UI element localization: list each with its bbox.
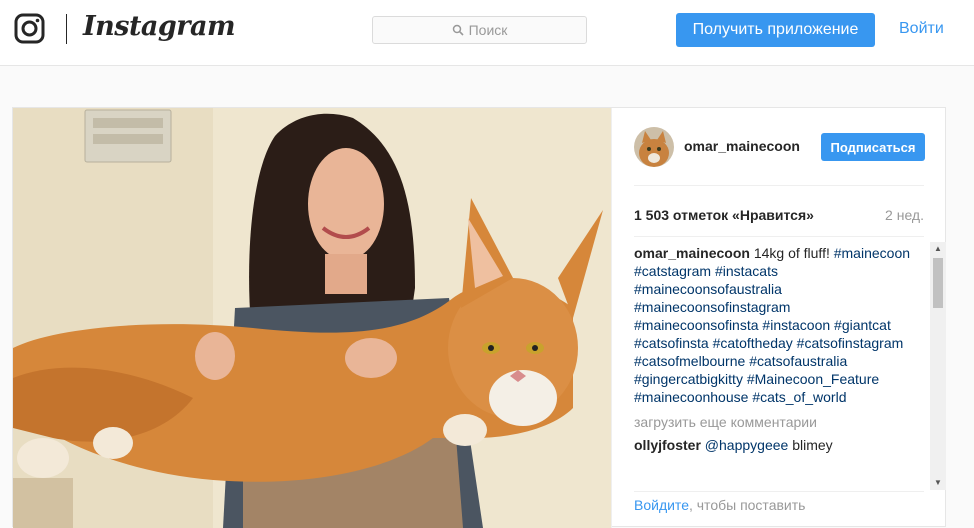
post-author-header: omar_mainecoon Подписаться xyxy=(634,126,925,186)
hashtag-link[interactable]: #gingercatbigkitty xyxy=(634,371,743,387)
caption-hashtags: #mainecoon #catstagram #instacats #maine… xyxy=(634,245,910,405)
search-placeholder: Поиск xyxy=(468,22,508,38)
hashtag-link[interactable]: #mainecoonsofaustralia xyxy=(634,281,782,297)
comments-list: omar_mainecoon 14kg of fluff! #mainecoon… xyxy=(634,242,930,490)
follow-button[interactable]: Подписаться xyxy=(821,133,925,161)
hashtag-link[interactable]: #mainecoonhouse xyxy=(634,389,748,405)
hashtag-link[interactable]: #cats_of_world xyxy=(752,389,846,405)
hashtag-link[interactable]: #catsofinstagram xyxy=(797,335,904,351)
comments-scrollbar[interactable]: ▲ ▼ xyxy=(930,242,946,490)
likes-count[interactable]: 1 503 отметок «Нравится» xyxy=(634,207,814,223)
login-to-like-prompt: Войдите, чтобы поставить xyxy=(634,497,805,513)
comment-text: blimey xyxy=(792,437,833,453)
get-app-button[interactable]: Получить приложение xyxy=(676,13,875,47)
instagram-camera-icon[interactable] xyxy=(14,13,45,44)
instagram-wordmark[interactable]: Instagram xyxy=(83,11,236,42)
login-to-like-link[interactable]: Войдите xyxy=(634,497,689,513)
hashtag-link[interactable]: #catsofmelbourne xyxy=(634,353,745,369)
hashtag-link[interactable]: #catoftheday xyxy=(713,335,793,351)
hashtag-link[interactable]: #mainecoonsofinsta xyxy=(634,317,759,333)
caption-username[interactable]: omar_mainecoon xyxy=(634,245,750,261)
hashtag-link[interactable]: #catsofaustralia xyxy=(749,353,847,369)
hashtag-link[interactable]: #catstagram xyxy=(634,263,711,279)
comment-mention[interactable]: @happygeee xyxy=(705,437,789,453)
load-more-comments-link[interactable]: загрузить еще комментарии xyxy=(634,414,930,430)
caption-text: 14kg of fluff! xyxy=(753,245,830,261)
scrollbar-thumb[interactable] xyxy=(933,258,943,308)
comment-username[interactable]: ollyjfoster xyxy=(634,437,701,453)
hashtag-link[interactable]: #instacoon xyxy=(762,317,830,333)
divider xyxy=(634,236,924,237)
post-timestamp[interactable]: 2 нед. xyxy=(885,207,924,223)
scroll-down-arrow-icon[interactable]: ▼ xyxy=(930,476,946,490)
hashtag-link[interactable]: #instacats xyxy=(715,263,778,279)
hashtag-link[interactable]: #catsofinsta xyxy=(634,335,709,351)
hashtag-link[interactable]: #giantcat xyxy=(834,317,891,333)
divider xyxy=(634,491,924,492)
search-input[interactable]: Поиск xyxy=(372,16,587,44)
top-header: Instagram Поиск Получить приложение Войт… xyxy=(0,0,974,66)
login-to-like-text: , чтобы поставить xyxy=(688,497,806,513)
hashtag-link[interactable]: #mainecoonsofinstagram xyxy=(634,299,790,315)
hashtag-link[interactable]: #mainecoon xyxy=(834,245,910,261)
post-sidebar: omar_mainecoon Подписаться 1 503 отметок… xyxy=(611,108,947,528)
search-icon xyxy=(452,24,464,36)
author-avatar[interactable] xyxy=(634,127,674,167)
post-photo[interactable] xyxy=(13,108,611,528)
cat-photo-illustration xyxy=(13,108,611,528)
avatar-image xyxy=(634,127,674,167)
scroll-up-arrow-icon[interactable]: ▲ xyxy=(930,242,946,256)
author-username[interactable]: omar_mainecoon xyxy=(684,138,800,154)
login-link[interactable]: Войти xyxy=(899,20,944,38)
logo-divider xyxy=(66,14,67,44)
post-card: omar_mainecoon Подписаться 1 503 отметок… xyxy=(12,107,947,528)
comment-item: ollyjfoster @happygeee blimey xyxy=(634,437,930,453)
hashtag-link[interactable]: #Mainecoon_Feature xyxy=(747,371,879,387)
post-caption: omar_mainecoon 14kg of fluff! #mainecoon… xyxy=(634,242,914,406)
